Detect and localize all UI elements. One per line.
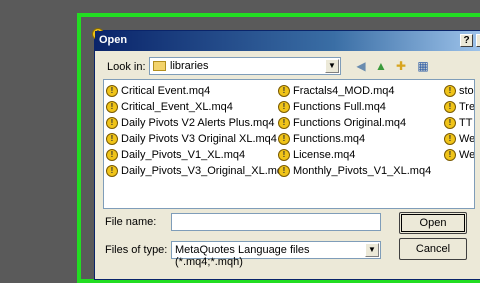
- mq4-file-icon: !: [106, 133, 118, 145]
- mq4-file-icon: !: [444, 149, 456, 161]
- mq4-file-icon: !: [444, 117, 456, 129]
- mq4-file-icon: !: [106, 85, 118, 97]
- look-in-combo[interactable]: libraries ▼: [149, 57, 341, 75]
- mq4-file-icon: !: [278, 117, 290, 129]
- files-of-type-select[interactable]: MetaQuotes Language files (*.mq4;*.mqh) …: [171, 241, 381, 268]
- mq4-file-icon: !: [106, 165, 118, 177]
- file-name-input[interactable]: [171, 213, 381, 231]
- mq4-file-icon: !: [444, 133, 456, 145]
- back-icon[interactable]: ◀: [353, 58, 369, 74]
- look-in-label: Look in:: [107, 61, 146, 73]
- view-menu-icon[interactable]: ▦: [415, 58, 431, 74]
- new-folder-icon[interactable]: ✚: [393, 58, 409, 74]
- files-of-type-value: MetaQuotes Language files (*.mq4;*.mqh): [175, 244, 310, 268]
- mq4-file-icon: !: [278, 101, 290, 113]
- mq4-file-icon: !: [278, 85, 290, 97]
- mq4-file-icon: !: [278, 149, 290, 161]
- file-name-label: File name:: [105, 216, 157, 228]
- mq4-file-icon: !: [278, 133, 290, 145]
- file-list[interactable]: ! Critical Event.mq4 ! Critical_Event_XL.m…: [103, 79, 475, 209]
- mq4-file-icon: !: [106, 149, 118, 161]
- cancel-button[interactable]: Cancel: [399, 238, 467, 260]
- folder-icon: [153, 61, 166, 71]
- mq4-file-icon: !: [444, 85, 456, 97]
- up-folder-icon[interactable]: ▲: [373, 58, 389, 74]
- mq4-file-icon: !: [106, 101, 118, 113]
- close-button[interactable]: ×: [476, 34, 480, 47]
- title-bar[interactable]: Open ? ×: [95, 31, 480, 51]
- mq4-file-icon: !: [106, 117, 118, 129]
- dialog-title: Open: [99, 34, 128, 46]
- mq4-file-icon: !: [444, 101, 456, 113]
- mq4-file-icon: !: [278, 165, 290, 177]
- help-button[interactable]: ?: [460, 34, 473, 47]
- chevron-down-icon[interactable]: ▼: [325, 59, 339, 73]
- open-file-dialog: ! ! Open ? × Look in: libraries ▼ ◀ ▲ ✚ …: [92, 28, 480, 280]
- look-in-value: libraries: [170, 60, 209, 72]
- chevron-down-icon[interactable]: ▼: [365, 243, 379, 257]
- open-button[interactable]: Open: [399, 212, 467, 234]
- files-of-type-label: Files of type:: [105, 244, 168, 256]
